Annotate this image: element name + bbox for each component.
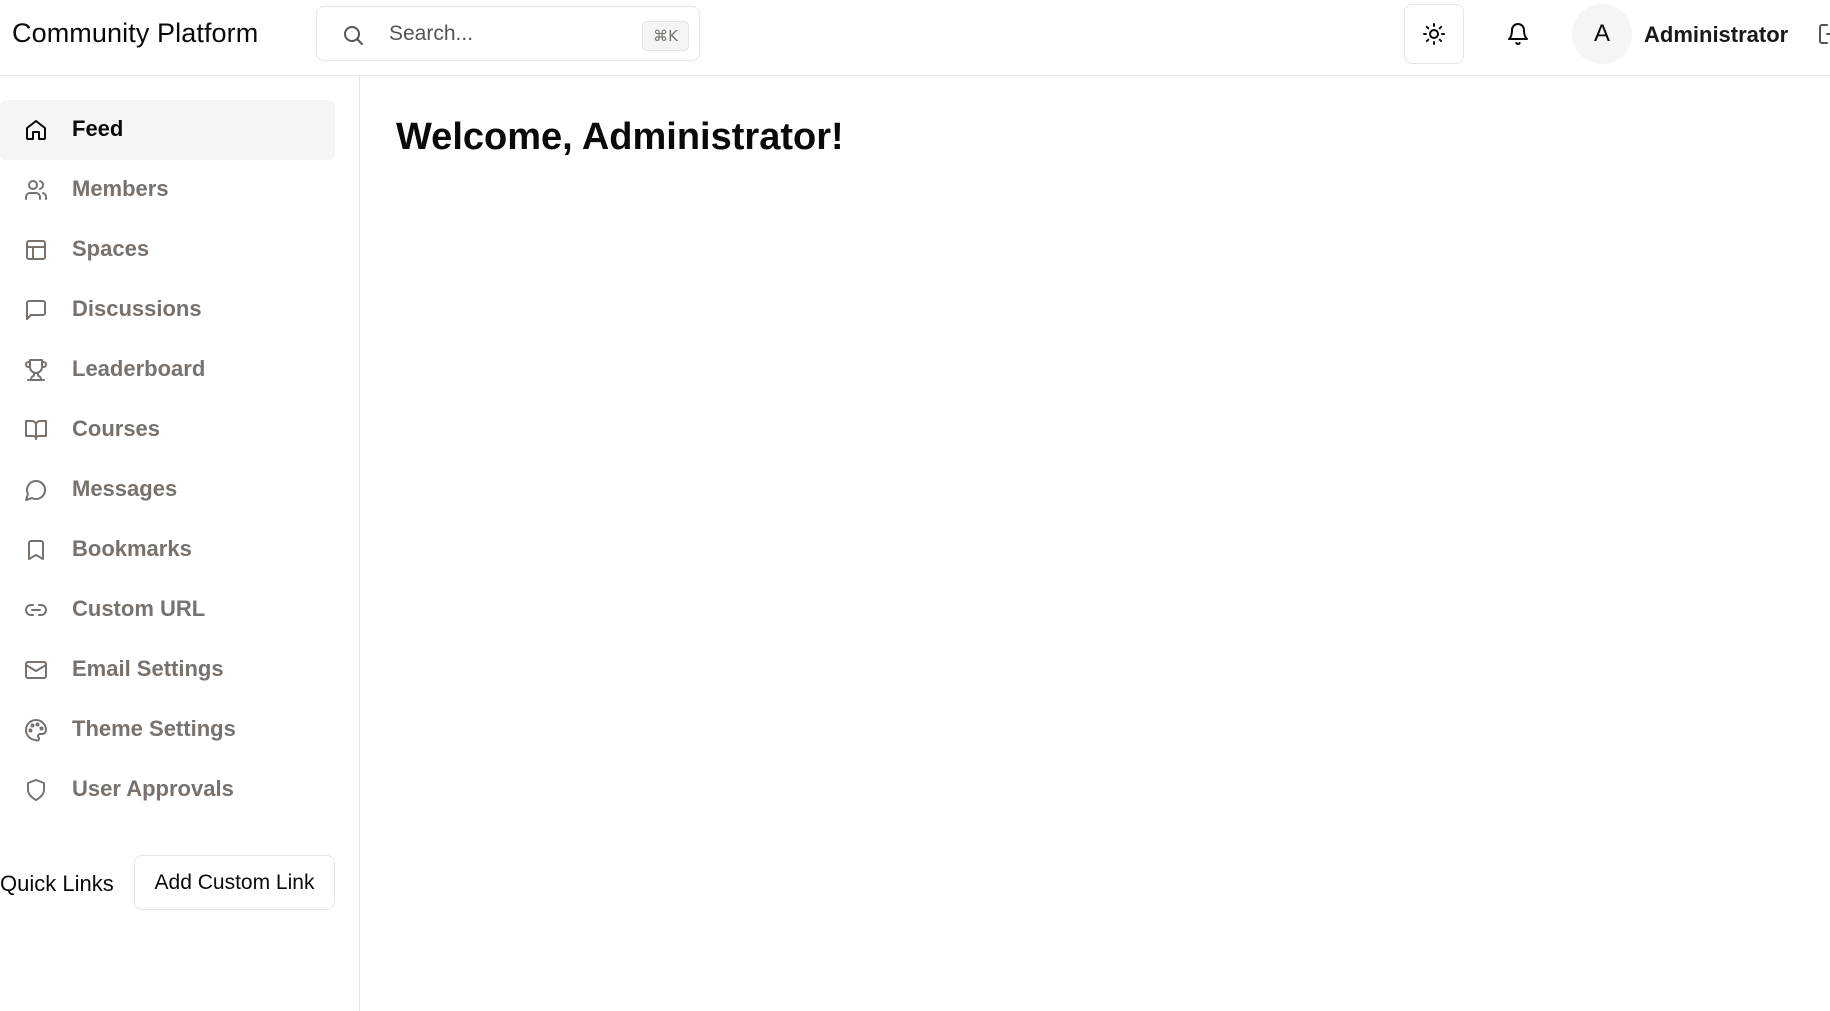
sidebar-item-custom-url[interactable]: Custom URL — [0, 580, 335, 640]
bookmark-icon — [24, 538, 48, 562]
search-input[interactable] — [389, 17, 629, 51]
palette-icon — [24, 718, 48, 742]
logout-icon[interactable] — [1818, 22, 1830, 46]
shield-icon — [24, 778, 48, 802]
sidebar-item-feed[interactable]: Feed — [0, 100, 335, 160]
user-name[interactable]: Administrator — [1644, 22, 1788, 48]
sun-icon — [1422, 22, 1446, 46]
page-title: Welcome, Administrator! — [396, 116, 844, 158]
mail-icon — [24, 658, 48, 682]
sidebar-item-label: Custom URL — [72, 596, 206, 621]
sidebar-item-label: Email Settings — [72, 656, 224, 681]
sidebar-item-courses[interactable]: Courses — [0, 400, 335, 460]
trophy-icon — [24, 358, 48, 382]
sidebar-item-messages[interactable]: Messages — [0, 460, 335, 520]
sidebar-item-email-settings[interactable]: Email Settings — [0, 640, 335, 700]
message-square-icon — [24, 298, 48, 322]
sidebar-item-label: Theme Settings — [72, 716, 236, 741]
sidebar-item-label: Feed — [72, 116, 124, 141]
sidebar-item-label: Messages — [72, 476, 178, 501]
sidebar-item-user-approvals[interactable]: User Approvals — [0, 760, 335, 820]
sidebar-item-leaderboard[interactable]: Leaderboard — [0, 340, 335, 400]
app-title[interactable]: Community Platform — [12, 18, 258, 49]
link-icon — [24, 598, 48, 622]
message-circle-icon — [24, 478, 48, 502]
sidebar-item-label: User Approvals — [72, 776, 234, 801]
theme-toggle-button[interactable] — [1404, 4, 1464, 64]
bell-icon — [1506, 22, 1530, 46]
top-header: Community Platform ⌘K A Administrator — [0, 0, 1830, 76]
sidebar-item-bookmarks[interactable]: Bookmarks — [0, 520, 335, 580]
sidebar-item-theme-settings[interactable]: Theme Settings — [0, 700, 335, 760]
sidebar-item-label: Discussions — [72, 296, 202, 321]
home-icon — [24, 118, 48, 142]
layout-icon — [24, 238, 48, 262]
sidebar-item-label: Courses — [72, 416, 161, 441]
sidebar-item-label: Bookmarks — [72, 536, 192, 561]
sidebar-item-label: Members — [72, 176, 169, 201]
sidebar-item-label: Spaces — [72, 236, 150, 261]
users-icon — [24, 178, 48, 202]
sidebar-item-label: Leaderboard — [72, 356, 206, 381]
avatar[interactable]: A — [1572, 4, 1632, 64]
notifications-button[interactable] — [1488, 4, 1548, 64]
quick-links-heading: Quick Links — [0, 871, 114, 896]
main-content: Welcome, Administrator! — [361, 76, 1830, 1011]
sidebar-item-discussions[interactable]: Discussions — [0, 280, 335, 340]
search-box[interactable]: ⌘K — [316, 6, 700, 61]
search-shortcut-badge: ⌘K — [642, 21, 689, 51]
book-open-icon — [24, 418, 48, 442]
sidebar: Feed Members Spaces Discussions Leaderbo… — [0, 76, 360, 1011]
sidebar-item-spaces[interactable]: Spaces — [0, 220, 335, 280]
search-icon — [341, 23, 365, 47]
add-custom-link-button[interactable]: Add Custom Link — [134, 855, 335, 910]
sidebar-item-members[interactable]: Members — [0, 160, 335, 220]
